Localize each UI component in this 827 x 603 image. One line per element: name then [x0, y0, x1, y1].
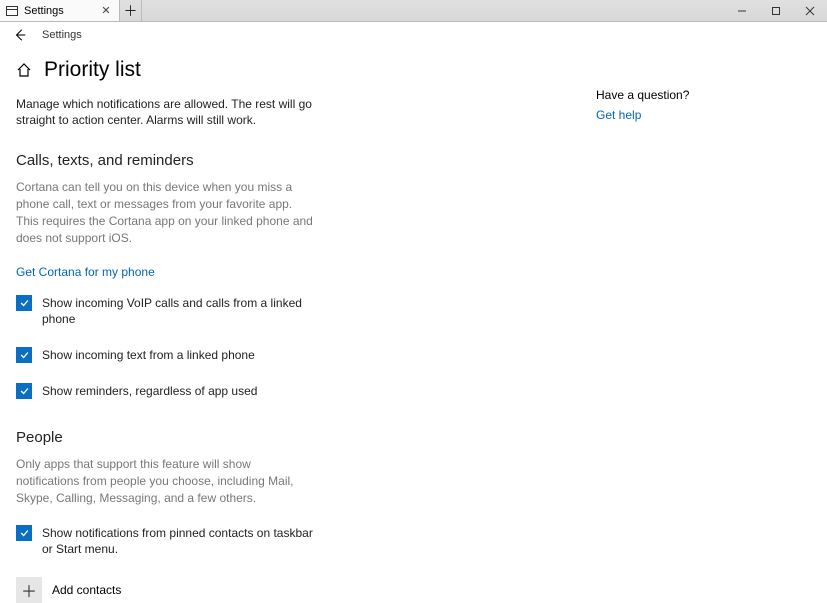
home-icon[interactable] [16, 62, 32, 78]
get-cortana-link[interactable]: Get Cortana for my phone [16, 265, 155, 279]
tabs-region: Settings ✕ ＋ [0, 0, 142, 21]
section-people-desc: Only apps that support this feature will… [16, 456, 316, 506]
checkbox-text-label: Show incoming text from a linked phone [42, 347, 255, 363]
new-tab-button[interactable]: ＋ [120, 0, 142, 21]
checkbox-text[interactable] [16, 347, 32, 363]
main-column: Priority list Manage which notifications… [16, 54, 556, 603]
section-people-title: People [16, 429, 556, 446]
page-title-row: Priority list [16, 58, 556, 82]
checkbox-text-row: Show incoming text from a linked phone [16, 347, 316, 363]
settings-window-icon [6, 6, 18, 16]
page-description: Manage which notifications are allowed. … [16, 96, 316, 128]
add-contacts-row: ＋ Add contacts [16, 577, 556, 603]
checkbox-pinned[interactable] [16, 525, 32, 541]
checkbox-reminders[interactable] [16, 383, 32, 399]
close-window-button[interactable] [793, 0, 827, 21]
checkbox-reminders-row: Show reminders, regardless of app used [16, 383, 316, 399]
page-title: Priority list [44, 58, 141, 82]
window-controls [725, 0, 827, 21]
section-calls-title: Calls, texts, and reminders [16, 152, 556, 169]
breadcrumb-bar: Settings [0, 22, 827, 48]
maximize-button[interactable] [759, 0, 793, 21]
checkbox-pinned-row: Show notifications from pinned contacts … [16, 525, 316, 557]
tab-label: Settings [24, 5, 93, 17]
tab-close-button[interactable]: ✕ [99, 4, 113, 18]
side-column: Have a question? Get help [596, 54, 786, 603]
checkbox-voip-row: Show incoming VoIP calls and calls from … [16, 295, 316, 327]
add-contacts-label: Add contacts [52, 583, 121, 597]
have-question-label: Have a question? [596, 88, 786, 102]
back-button[interactable] [12, 27, 28, 43]
add-contacts-button[interactable]: ＋ [16, 577, 42, 603]
checkbox-voip[interactable] [16, 295, 32, 311]
tab-settings[interactable]: Settings ✕ [0, 0, 120, 21]
minimize-button[interactable] [725, 0, 759, 21]
checkbox-reminders-label: Show reminders, regardless of app used [42, 383, 257, 399]
titlebar: Settings ✕ ＋ [0, 0, 827, 22]
checkbox-pinned-label: Show notifications from pinned contacts … [42, 525, 316, 557]
content: Priority list Manage which notifications… [0, 48, 827, 603]
get-help-link[interactable]: Get help [596, 108, 641, 122]
checkbox-voip-label: Show incoming VoIP calls and calls from … [42, 295, 316, 327]
breadcrumb-label: Settings [42, 29, 82, 41]
section-calls-desc: Cortana can tell you on this device when… [16, 179, 316, 246]
